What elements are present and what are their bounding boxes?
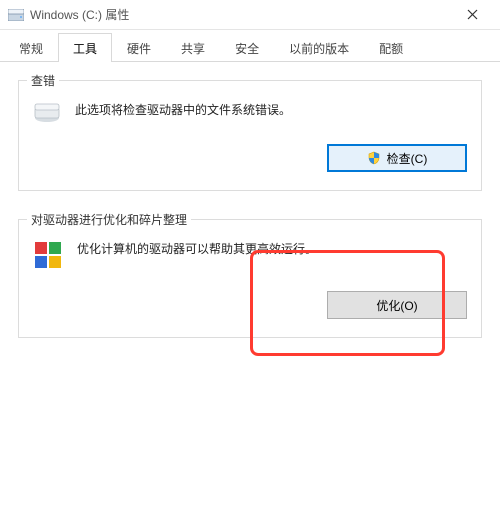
disk-check-icon xyxy=(33,101,61,126)
tab-tools[interactable]: 工具 xyxy=(58,33,112,62)
error-checking-description: 此选项将检查驱动器中的文件系统错误。 xyxy=(75,101,291,119)
defrag-icon xyxy=(33,240,63,273)
optimize-button[interactable]: 优化(O) xyxy=(327,291,467,319)
optimize-description: 优化计算机的驱动器可以帮助其更高效运行。 xyxy=(77,240,317,258)
group-title-error-checking: 查错 xyxy=(27,72,59,89)
tab-content-tools: 查错 此选项将检查驱动器中的文件系统错误。 xyxy=(0,62,500,384)
group-optimize: 对驱动器进行优化和碎片整理 优化计算机的驱动器可以帮助其更高效运行。 优化(O) xyxy=(18,219,482,338)
group-title-optimize: 对驱动器进行优化和碎片整理 xyxy=(27,211,191,228)
titlebar: Windows (C:) 属性 xyxy=(0,0,500,30)
tab-previous-versions[interactable]: 以前的版本 xyxy=(274,33,364,62)
tab-bar: 常规 工具 硬件 共享 安全 以前的版本 配额 xyxy=(0,30,500,62)
tab-sharing[interactable]: 共享 xyxy=(166,33,220,62)
drive-icon xyxy=(8,9,24,21)
window-title: Windows (C:) 属性 xyxy=(30,6,452,23)
tab-hardware[interactable]: 硬件 xyxy=(112,33,166,62)
tab-general[interactable]: 常规 xyxy=(4,33,58,62)
check-button[interactable]: 检查(C) xyxy=(327,144,467,172)
tab-security[interactable]: 安全 xyxy=(220,33,274,62)
check-button-label: 检查(C) xyxy=(387,150,428,167)
group-error-checking: 查错 此选项将检查驱动器中的文件系统错误。 xyxy=(18,80,482,191)
optimize-button-label: 优化(O) xyxy=(376,297,417,314)
close-icon xyxy=(467,9,478,20)
close-button[interactable] xyxy=(452,7,492,23)
shield-icon xyxy=(367,151,381,165)
tab-quota[interactable]: 配额 xyxy=(364,33,418,62)
